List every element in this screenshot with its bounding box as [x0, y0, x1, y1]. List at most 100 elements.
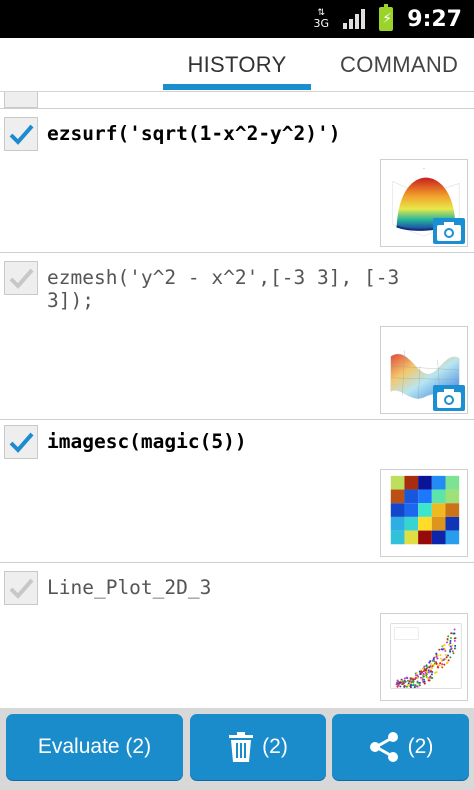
scatter-point	[429, 675, 432, 678]
mesh-plot-thumbnail[interactable]	[380, 326, 468, 414]
camera-icon[interactable]	[433, 385, 465, 411]
list-item[interactable]: ezsurf('sqrt(1-x^2-y^2)') ~	[0, 109, 474, 253]
camera-icon[interactable]	[433, 218, 465, 244]
scatter-point	[431, 666, 434, 669]
tab-history[interactable]: HISTORY	[163, 38, 311, 92]
scatter-point	[450, 632, 453, 635]
list-item[interactable]	[0, 92, 474, 109]
scatter-point	[406, 679, 409, 682]
scatter-point	[432, 658, 435, 661]
scatter-point	[443, 663, 446, 666]
scatter-point	[450, 647, 453, 650]
scatter-point	[449, 656, 452, 659]
heatmap-cell	[431, 489, 446, 504]
svg-text:~: ~	[423, 166, 426, 170]
history-list[interactable]: ezsurf('sqrt(1-x^2-y^2)') ~ ezmesh('y^2 …	[0, 92, 474, 708]
scatter-point	[453, 628, 456, 631]
list-item[interactable]: ezmesh('y^2 - x^2',[-3 3], [-3 3]);	[0, 253, 474, 420]
scatter-point	[427, 671, 430, 674]
image-plot-thumbnail[interactable]	[380, 469, 468, 557]
heatmap-cell	[404, 516, 419, 531]
heatmap-cell	[390, 530, 405, 545]
heatmap-cell	[404, 530, 419, 545]
scatter-point	[442, 644, 445, 647]
scatter-point	[430, 670, 433, 673]
scatter-point	[419, 676, 422, 679]
scatter-point	[451, 650, 454, 653]
heatmap-cell	[445, 489, 460, 504]
heatmap-cell	[404, 489, 419, 504]
trash-icon	[229, 732, 254, 762]
scatter-point	[421, 671, 424, 674]
scatter-point	[423, 682, 426, 685]
list-item[interactable]: Line_Plot_2D_3	[0, 563, 474, 708]
heatmap-cell	[418, 516, 432, 531]
heatmap-cell	[431, 475, 446, 490]
checkmark-icon	[9, 124, 34, 145]
scatter-point	[409, 677, 412, 680]
scatter-point	[421, 678, 424, 681]
scatter-point	[403, 685, 406, 688]
heatmap-cell	[404, 503, 419, 517]
scatter-point	[436, 654, 439, 657]
heatmap-cell	[431, 516, 446, 531]
scatter-point	[440, 657, 442, 660]
share-icon	[369, 732, 398, 762]
scatter-point	[407, 682, 410, 685]
scatter-point	[438, 664, 441, 667]
history-command: ezmesh('y^2 - x^2',[-3 3], [-3 3]);	[47, 266, 411, 312]
checkbox[interactable]	[4, 92, 38, 108]
scatter-point	[447, 659, 450, 662]
scatter-point	[412, 684, 415, 687]
heatmap-cell	[445, 516, 460, 531]
surface-plot-thumbnail[interactable]: ~	[380, 159, 468, 247]
scatter-point	[423, 669, 426, 672]
heatmap-cell	[418, 530, 432, 545]
scatter-point	[442, 658, 445, 661]
share-button[interactable]: (2)	[332, 714, 469, 780]
scatter-point	[449, 649, 452, 652]
magic-square-image	[390, 475, 460, 545]
checkbox[interactable]	[4, 571, 38, 605]
scatter-point	[454, 644, 457, 647]
checkmark-icon	[9, 268, 34, 289]
signal-strength-icon	[343, 9, 366, 29]
scatter-point	[414, 676, 417, 679]
scatter-point	[425, 665, 428, 668]
scatter-point	[429, 665, 432, 667]
heatmap-cell	[445, 530, 460, 545]
scatter-point	[434, 662, 437, 665]
scatter-point	[451, 644, 454, 647]
heatmap-cell	[431, 530, 446, 545]
delete-button[interactable]: (2)	[190, 714, 326, 780]
bottom-action-bar: Evaluate (2) (2) (2)	[0, 708, 474, 790]
list-item[interactable]: imagesc(magic(5))	[0, 420, 474, 563]
scatter-point	[411, 680, 413, 683]
scatter-point	[399, 685, 402, 688]
scatter-point	[416, 681, 419, 684]
checkmark-icon	[9, 432, 34, 453]
tab-command[interactable]: COMMAND	[340, 38, 474, 92]
checkbox[interactable]	[4, 261, 38, 295]
scatter-point	[397, 683, 400, 686]
scatter-plot-thumbnail[interactable]	[380, 613, 468, 701]
evaluate-button[interactable]: Evaluate (2)	[6, 714, 183, 780]
checkbox[interactable]	[4, 425, 38, 459]
scatter-point	[422, 672, 425, 675]
scatter-point	[438, 648, 441, 651]
scatter-point	[403, 677, 406, 680]
scatter-point	[446, 638, 449, 641]
battery-icon: ⚡	[379, 4, 394, 31]
heatmap-cell	[390, 516, 405, 531]
scatter-point	[396, 679, 399, 682]
scatter-point	[430, 673, 433, 676]
scatter-point	[425, 673, 428, 676]
checkbox[interactable]	[4, 117, 38, 151]
scatter-point	[447, 654, 450, 657]
scatter-point	[444, 657, 447, 660]
scatter-point	[436, 666, 439, 669]
scatter-point	[453, 639, 456, 642]
scatter-point	[454, 647, 457, 650]
scatter-point	[435, 662, 438, 665]
scatter-point	[447, 635, 450, 638]
